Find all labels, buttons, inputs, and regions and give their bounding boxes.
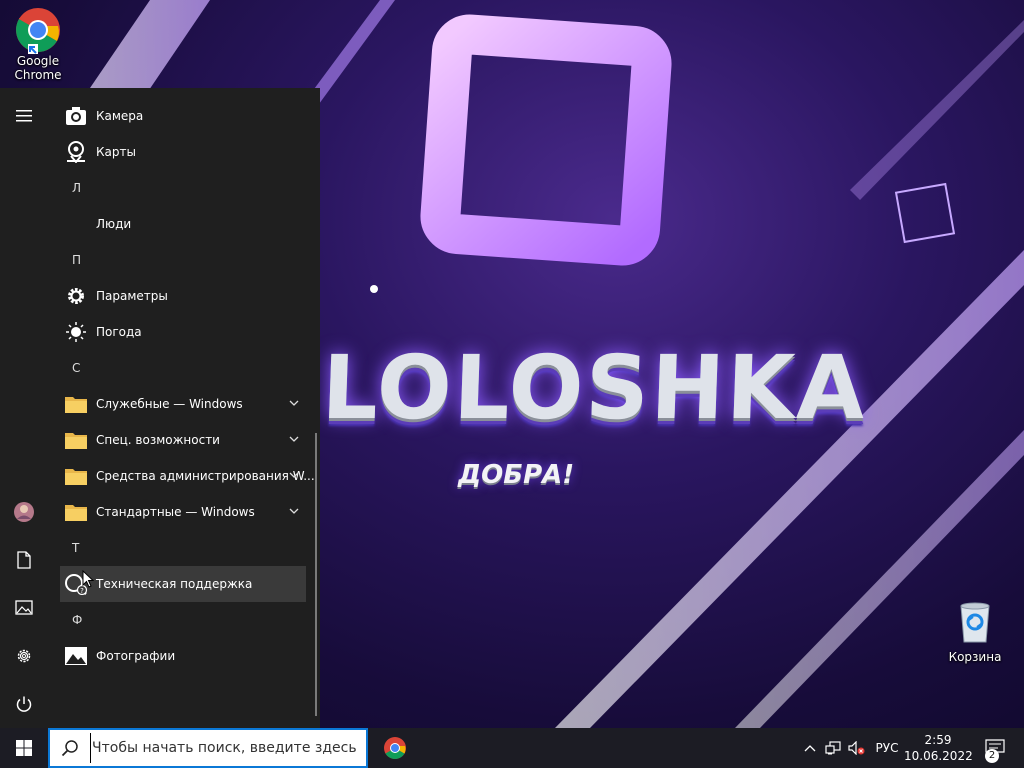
app-list-item[interactable]: ? Техническая поддержка [60, 566, 306, 602]
app-folder-item[interactable]: Стандартные — Windows [60, 494, 306, 530]
chevron-down-icon[interactable] [288, 469, 300, 484]
app-item-label: Стандартные — Windows [96, 505, 255, 519]
app-item-label: Техническая поддержка [96, 577, 253, 591]
chrome-icon [384, 737, 406, 759]
app-item-label: Спец. возможности [96, 433, 220, 447]
camera-icon [64, 104, 88, 128]
start-menu: Камера Карты Л Люди П Параметры Погода С Служебн… [0, 88, 320, 728]
start-button[interactable] [0, 728, 48, 768]
start-menu-rail [0, 88, 48, 728]
maps-icon [64, 140, 88, 164]
chevron-up-icon [804, 745, 816, 752]
app-item-label: Карты [96, 145, 136, 159]
group-header-letter[interactable]: Л [72, 170, 112, 206]
folder-icon [64, 392, 88, 416]
app-list: Камера Карты Л Люди П Параметры Погода С Служебн… [48, 88, 320, 728]
app-item-label: Средства администрирования W... [96, 469, 315, 483]
app-folder-item[interactable]: Спец. возможности [60, 422, 306, 458]
user-account-button[interactable] [0, 492, 48, 532]
app-list-item[interactable]: Фотографии [60, 638, 306, 674]
input-language-label: РУС [875, 741, 899, 755]
app-folder-item[interactable]: Служебные — Windows [60, 386, 306, 422]
app-list-scrollbar[interactable] [315, 433, 317, 716]
power-button[interactable] [0, 684, 48, 724]
app-list-item[interactable]: Люди [60, 206, 306, 242]
desktop-icon-recycle-bin[interactable]: Корзина [937, 600, 1013, 664]
app-item-label: Люди [96, 217, 132, 231]
search-icon [50, 730, 90, 766]
desktop-icon-chrome[interactable]: Google Chrome [0, 6, 76, 82]
chevron-down-icon[interactable] [288, 397, 300, 412]
app-list-item[interactable]: Погода [60, 314, 306, 350]
network-button[interactable] [822, 728, 844, 768]
group-header-letter[interactable]: Т [72, 530, 112, 566]
show-hidden-icons-button[interactable] [800, 728, 820, 768]
app-item-label: Погода [96, 325, 142, 339]
gear-icon [64, 284, 88, 308]
folder-icon [64, 428, 88, 452]
app-list-item[interactable]: Параметры [60, 278, 306, 314]
desktop-icon-label: Google Chrome [14, 54, 62, 82]
desktop-icon-label: Корзина [948, 650, 1002, 664]
app-folder-item[interactable]: Средства администрирования W... [60, 458, 315, 494]
pictures-button[interactable] [0, 588, 48, 628]
power-icon [16, 696, 32, 712]
taskbar-clock[interactable]: 2:59 10.06.2022 [904, 732, 973, 764]
documents-icon [17, 551, 31, 569]
taskbar-chrome-button[interactable] [372, 728, 418, 768]
app-list-item[interactable]: Карты [60, 134, 306, 170]
group-header-letter[interactable]: С [72, 350, 112, 386]
wallpaper-subtitle: ДОБРА! [458, 460, 575, 490]
folder-icon [64, 464, 88, 488]
app-item-label: Параметры [96, 289, 168, 303]
taskbar-search-box[interactable] [48, 728, 368, 768]
app-item-label: Фотографии [96, 649, 176, 663]
pictures-icon [15, 600, 33, 615]
app-item-label: Служебные — Windows [96, 397, 243, 411]
wallpaper-logo-text: LOLOSHKA [320, 336, 869, 439]
app-item-label: Камера [96, 109, 144, 123]
chevron-down-icon[interactable] [288, 505, 300, 520]
hamburger-menu-button[interactable] [0, 96, 48, 136]
settings-icon [17, 649, 31, 663]
search-input[interactable] [90, 733, 360, 763]
network-icon [825, 741, 841, 755]
action-center-button[interactable]: 2 [978, 728, 1012, 768]
clock-date: 10.06.2022 [904, 749, 973, 763]
group-header-letter[interactable]: Ф [72, 602, 112, 638]
chevron-down-icon[interactable] [288, 433, 300, 448]
windows-logo-icon [16, 740, 32, 756]
taskbar: РУС 2:59 10.06.2022 2 [0, 728, 1024, 768]
app-list-item[interactable]: Камера [60, 98, 306, 134]
volume-button[interactable] [846, 728, 868, 768]
photos-icon [64, 644, 88, 668]
input-language-button[interactable]: РУС [870, 728, 904, 768]
weather-sun-icon [64, 320, 88, 344]
clock-time: 2:59 [924, 733, 952, 747]
documents-button[interactable] [0, 540, 48, 580]
settings-button[interactable] [0, 636, 48, 676]
group-header-letter[interactable]: П [72, 242, 112, 278]
volume-muted-icon [848, 741, 865, 755]
hamburger-menu-icon [16, 110, 32, 122]
user-avatar [14, 502, 34, 522]
people-icon [64, 212, 88, 236]
mouse-cursor-icon [82, 569, 95, 591]
recycle-bin-icon [960, 602, 990, 643]
notification-count-badge: 2 [985, 749, 999, 763]
folder-icon [64, 500, 88, 524]
chrome-icon [16, 8, 60, 54]
